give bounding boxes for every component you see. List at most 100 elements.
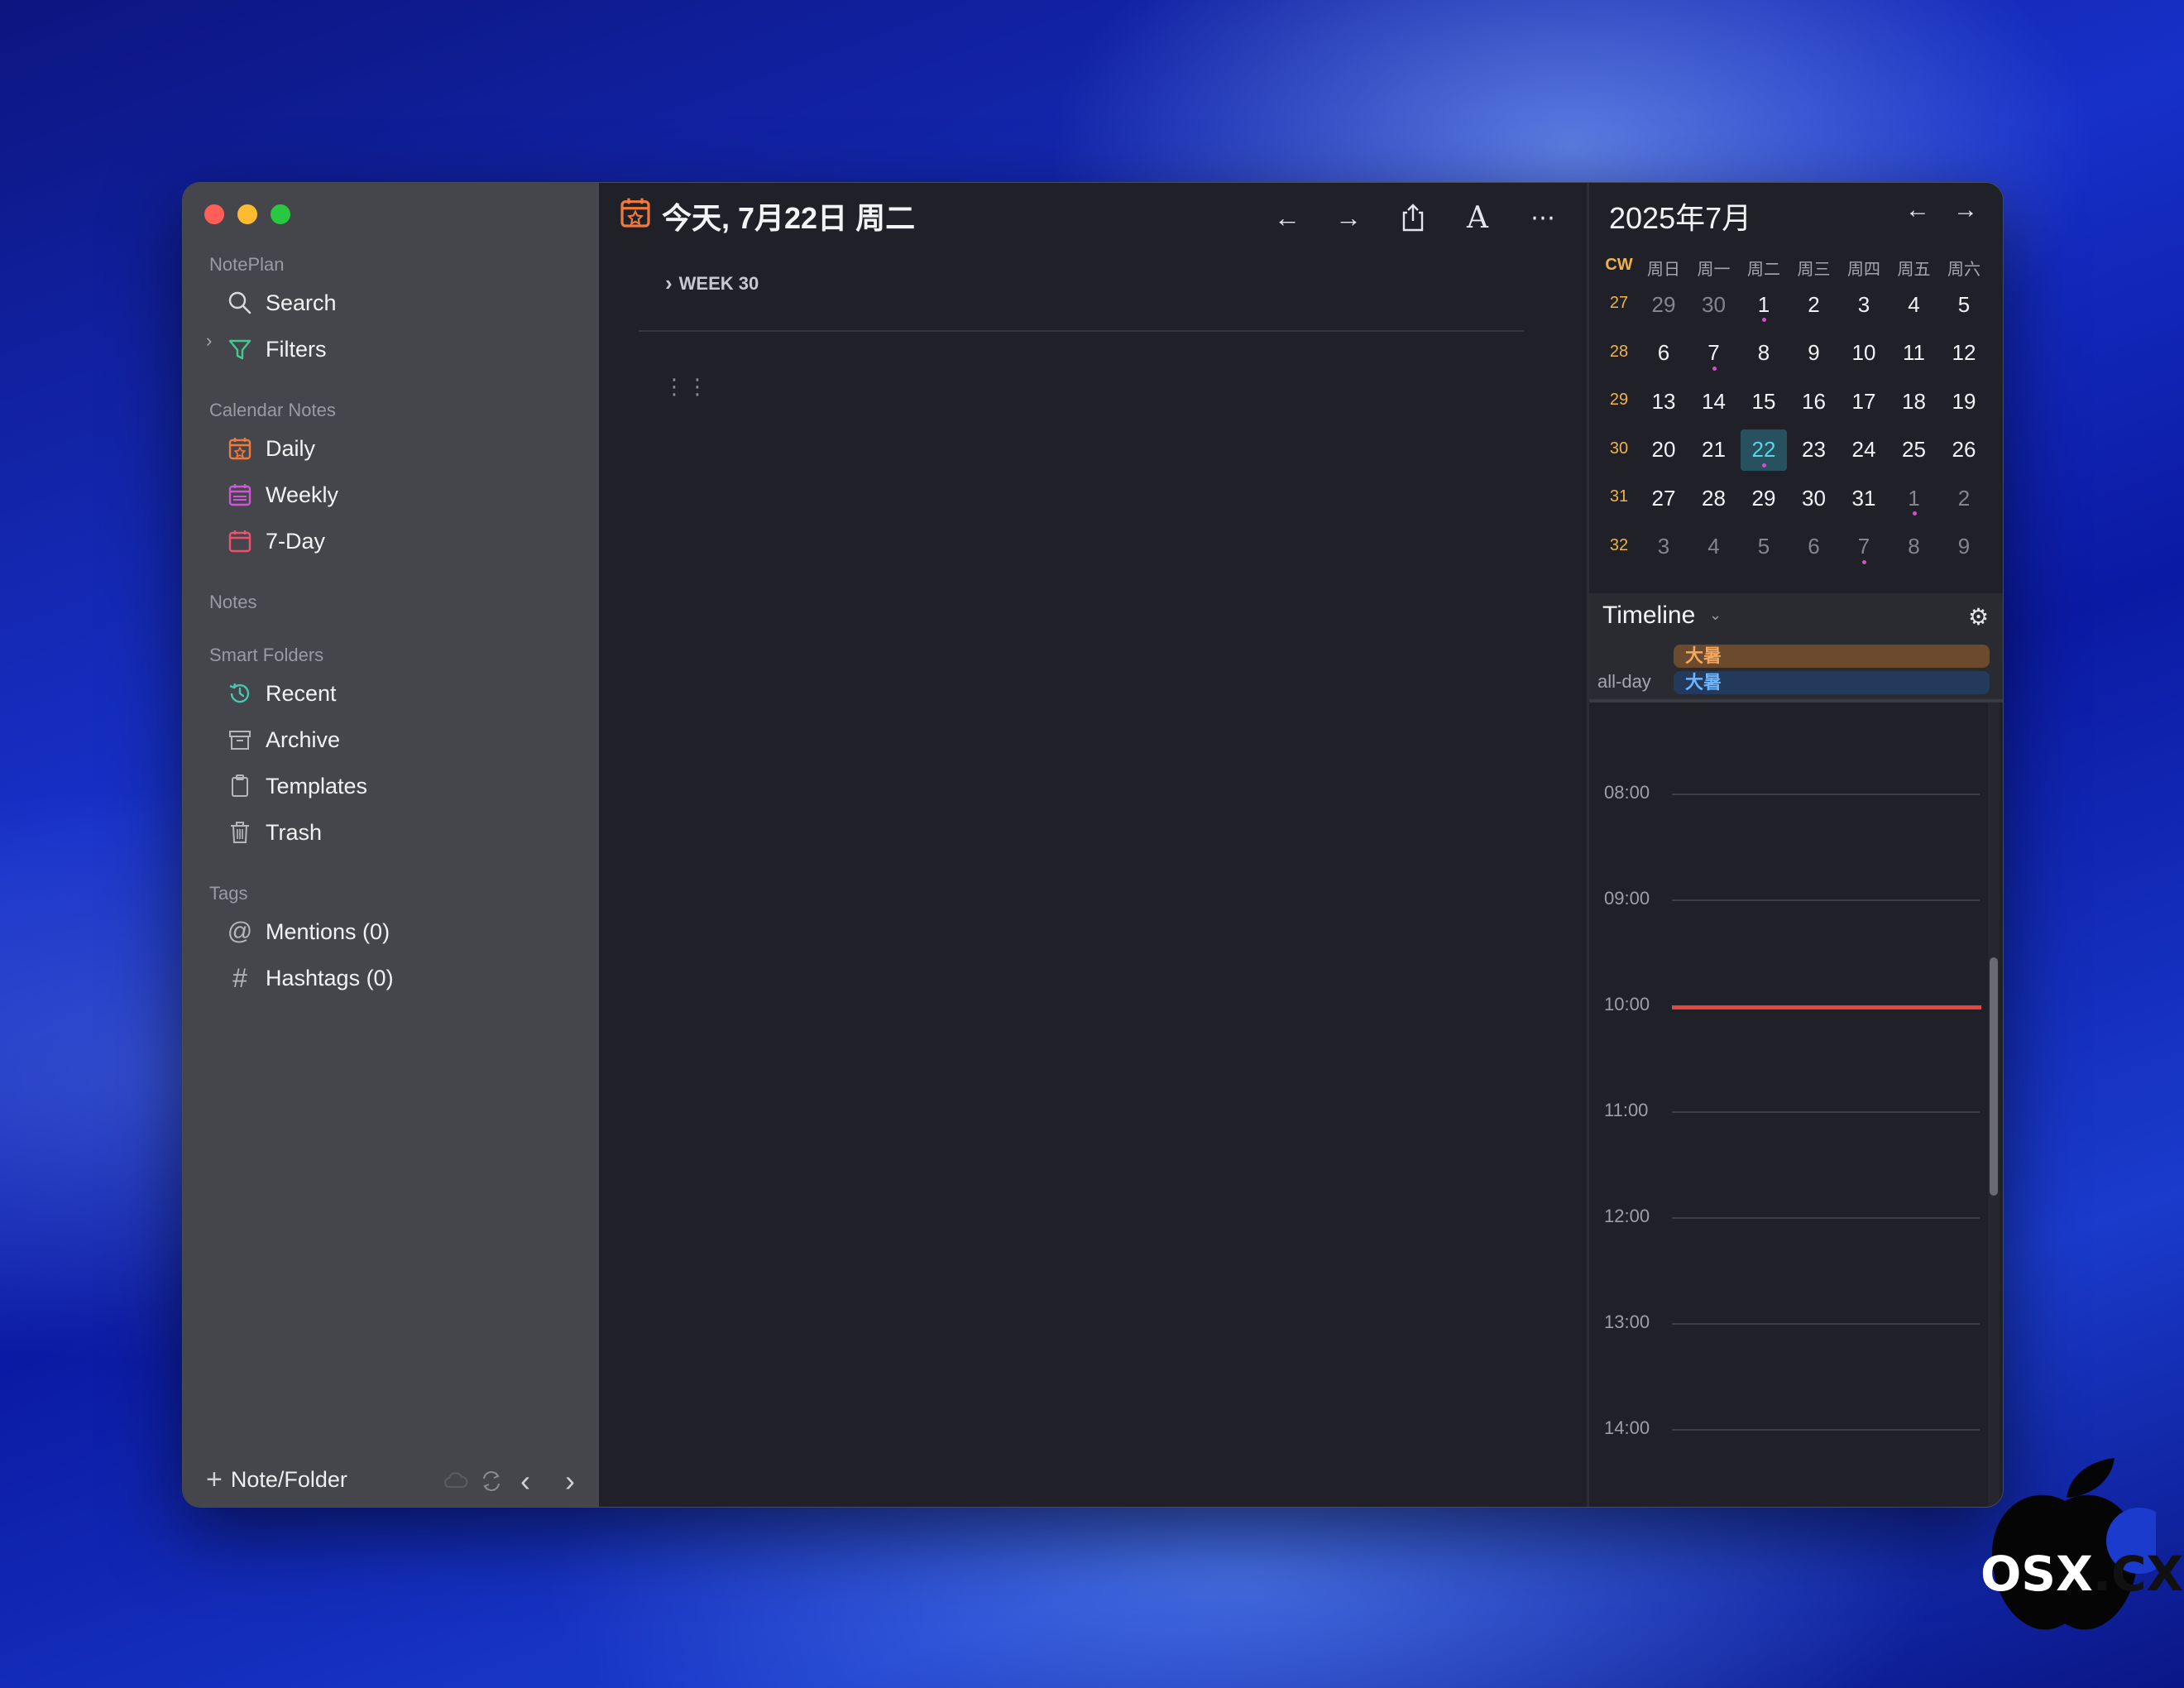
week-number[interactable]: 28	[1602, 343, 1636, 362]
week-link[interactable]: › WEEK 30	[665, 271, 759, 296]
new-note-button[interactable]: + Note/Folder	[206, 1464, 347, 1496]
calendar-day[interactable]: 4	[1891, 284, 1937, 325]
week-number[interactable]: 29	[1602, 391, 1636, 410]
calendar-week-icon	[226, 481, 254, 509]
back-button[interactable]: ‹	[520, 1464, 530, 1499]
week-number[interactable]: 27	[1602, 294, 1636, 313]
close-button[interactable]	[204, 204, 224, 224]
sidebar-item-daily[interactable]: Daily	[226, 429, 315, 468]
day-number: 14	[1702, 388, 1726, 414]
minimize-button[interactable]	[237, 204, 257, 224]
timeline-header: Timeline ⌄ ⚙	[1589, 593, 2003, 641]
chevron-right-icon[interactable]: ›	[206, 330, 212, 352]
calendar-day[interactable]: 30	[1691, 284, 1737, 325]
calendar-day-today[interactable]: 22	[1741, 429, 1787, 471]
prev-day-button[interactable]: ←	[1269, 199, 1305, 236]
next-day-button[interactable]: →	[1330, 199, 1367, 236]
day-number: 15	[1751, 388, 1776, 414]
day-number: 30	[1702, 291, 1726, 317]
calendar-day[interactable]: 29	[1640, 284, 1687, 325]
calendar-day[interactable]: 31	[1841, 477, 1887, 519]
scrollbar-thumb[interactable]	[1990, 957, 1998, 1196]
cloud-icon	[441, 1470, 469, 1494]
timeline-title[interactable]: Timeline	[1602, 602, 1695, 630]
calendar-day[interactable]: 7	[1841, 526, 1887, 568]
calendar-day[interactable]: 1	[1741, 284, 1787, 325]
more-button[interactable]: ⋯	[1525, 199, 1562, 236]
note-indicator-dot	[1912, 511, 1917, 516]
sidebar: NotePlan Search › Filters Calendar Notes…	[183, 183, 601, 1507]
calendar-day[interactable]: 30	[1791, 477, 1837, 519]
calendar-day[interactable]: 27	[1640, 477, 1687, 519]
calendar-day[interactable]: 19	[1941, 381, 1987, 422]
section-tags: Tags	[209, 883, 248, 904]
calendar-day[interactable]: 6	[1791, 526, 1837, 568]
calendar-day[interactable]: 10	[1841, 333, 1887, 374]
drag-handle-icon[interactable]: ⋮⋮	[663, 376, 710, 397]
event-chip[interactable]: 大暑	[1674, 645, 1990, 668]
calendar-day[interactable]: 9	[1791, 333, 1837, 374]
calendar-day[interactable]: 26	[1941, 429, 1987, 471]
calendar-day[interactable]: 9	[1941, 526, 1987, 568]
sidebar-item-label: Search	[266, 290, 337, 315]
day-number: 3	[1657, 534, 1670, 559]
sidebar-item-weekly[interactable]: Weekly	[226, 476, 338, 514]
calendar-day[interactable]: 4	[1691, 526, 1737, 568]
calendar-day[interactable]: 21	[1691, 429, 1737, 471]
calendar-day[interactable]: 15	[1741, 381, 1787, 422]
calendar-day[interactable]: 28	[1691, 477, 1737, 519]
sidebar-item-archive[interactable]: Archive	[226, 721, 340, 759]
gear-icon[interactable]: ⚙	[1968, 603, 1989, 631]
sidebar-item-mentions[interactable]: @ Mentions (0)	[226, 913, 390, 951]
calendar-day[interactable]: 3	[1841, 284, 1887, 325]
section-notes[interactable]: Notes	[209, 592, 256, 613]
forward-button[interactable]: ›	[565, 1464, 575, 1499]
calendar-day[interactable]: 23	[1791, 429, 1837, 471]
calendar-day[interactable]: 2	[1941, 477, 1987, 519]
sidebar-item-trash[interactable]: Trash	[226, 813, 322, 851]
week-number[interactable]: 30	[1602, 439, 1636, 458]
calendar-day[interactable]: 29	[1741, 477, 1787, 519]
calendar-day[interactable]: 17	[1841, 381, 1887, 422]
calendar-day[interactable]: 24	[1841, 429, 1887, 471]
calendar-day[interactable]: 16	[1791, 381, 1837, 422]
week-number[interactable]: 32	[1602, 536, 1636, 555]
event-chip[interactable]: 大暑	[1674, 671, 1990, 694]
calendar-day[interactable]: 20	[1640, 429, 1687, 471]
sidebar-item-recent[interactable]: Recent	[226, 674, 337, 712]
sidebar-item-templates[interactable]: Templates	[226, 767, 367, 805]
calendar-day[interactable]: 11	[1891, 333, 1937, 374]
chevron-down-icon[interactable]: ⌄	[1709, 607, 1722, 624]
calendar-day[interactable]: 25	[1891, 429, 1937, 471]
share-button[interactable]	[1395, 199, 1431, 236]
calendar-day[interactable]: 2	[1791, 284, 1837, 325]
calendar-day[interactable]: 1	[1891, 477, 1937, 519]
week-label: WEEK 30	[678, 272, 759, 294]
zoom-button[interactable]	[271, 204, 290, 224]
calendar-day[interactable]: 14	[1691, 381, 1737, 422]
next-month-button[interactable]: →	[1953, 196, 1978, 224]
sidebar-item-hashtags[interactable]: # Hashtags (0)	[226, 959, 393, 997]
day-number: 25	[1902, 437, 1926, 462]
day-number: 8	[1908, 534, 1920, 559]
at-icon: @	[227, 918, 253, 945]
calendar-day[interactable]: 5	[1741, 526, 1787, 568]
prev-month-button[interactable]: ←	[1905, 196, 1930, 224]
calendar-day[interactable]: 13	[1640, 381, 1687, 422]
font-button[interactable]: A	[1459, 199, 1496, 236]
sync-icon[interactable]	[479, 1469, 504, 1498]
sidebar-item-label: Templates	[266, 773, 368, 798]
calendar-day[interactable]: 18	[1891, 381, 1937, 422]
note-indicator-dot	[1862, 559, 1866, 564]
week-number[interactable]: 31	[1602, 487, 1636, 506]
calendar-day[interactable]: 6	[1640, 333, 1687, 374]
sidebar-item-filters[interactable]: Filters	[226, 330, 327, 368]
calendar-day[interactable]: 5	[1941, 284, 1987, 325]
calendar-day[interactable]: 8	[1891, 526, 1937, 568]
calendar-day[interactable]: 7	[1691, 333, 1737, 374]
calendar-day[interactable]: 8	[1741, 333, 1787, 374]
calendar-day[interactable]: 3	[1640, 526, 1687, 568]
sidebar-item-search[interactable]: Search	[226, 284, 337, 322]
calendar-day[interactable]: 12	[1941, 333, 1987, 374]
sidebar-item-7day[interactable]: 7-Day	[226, 522, 325, 560]
